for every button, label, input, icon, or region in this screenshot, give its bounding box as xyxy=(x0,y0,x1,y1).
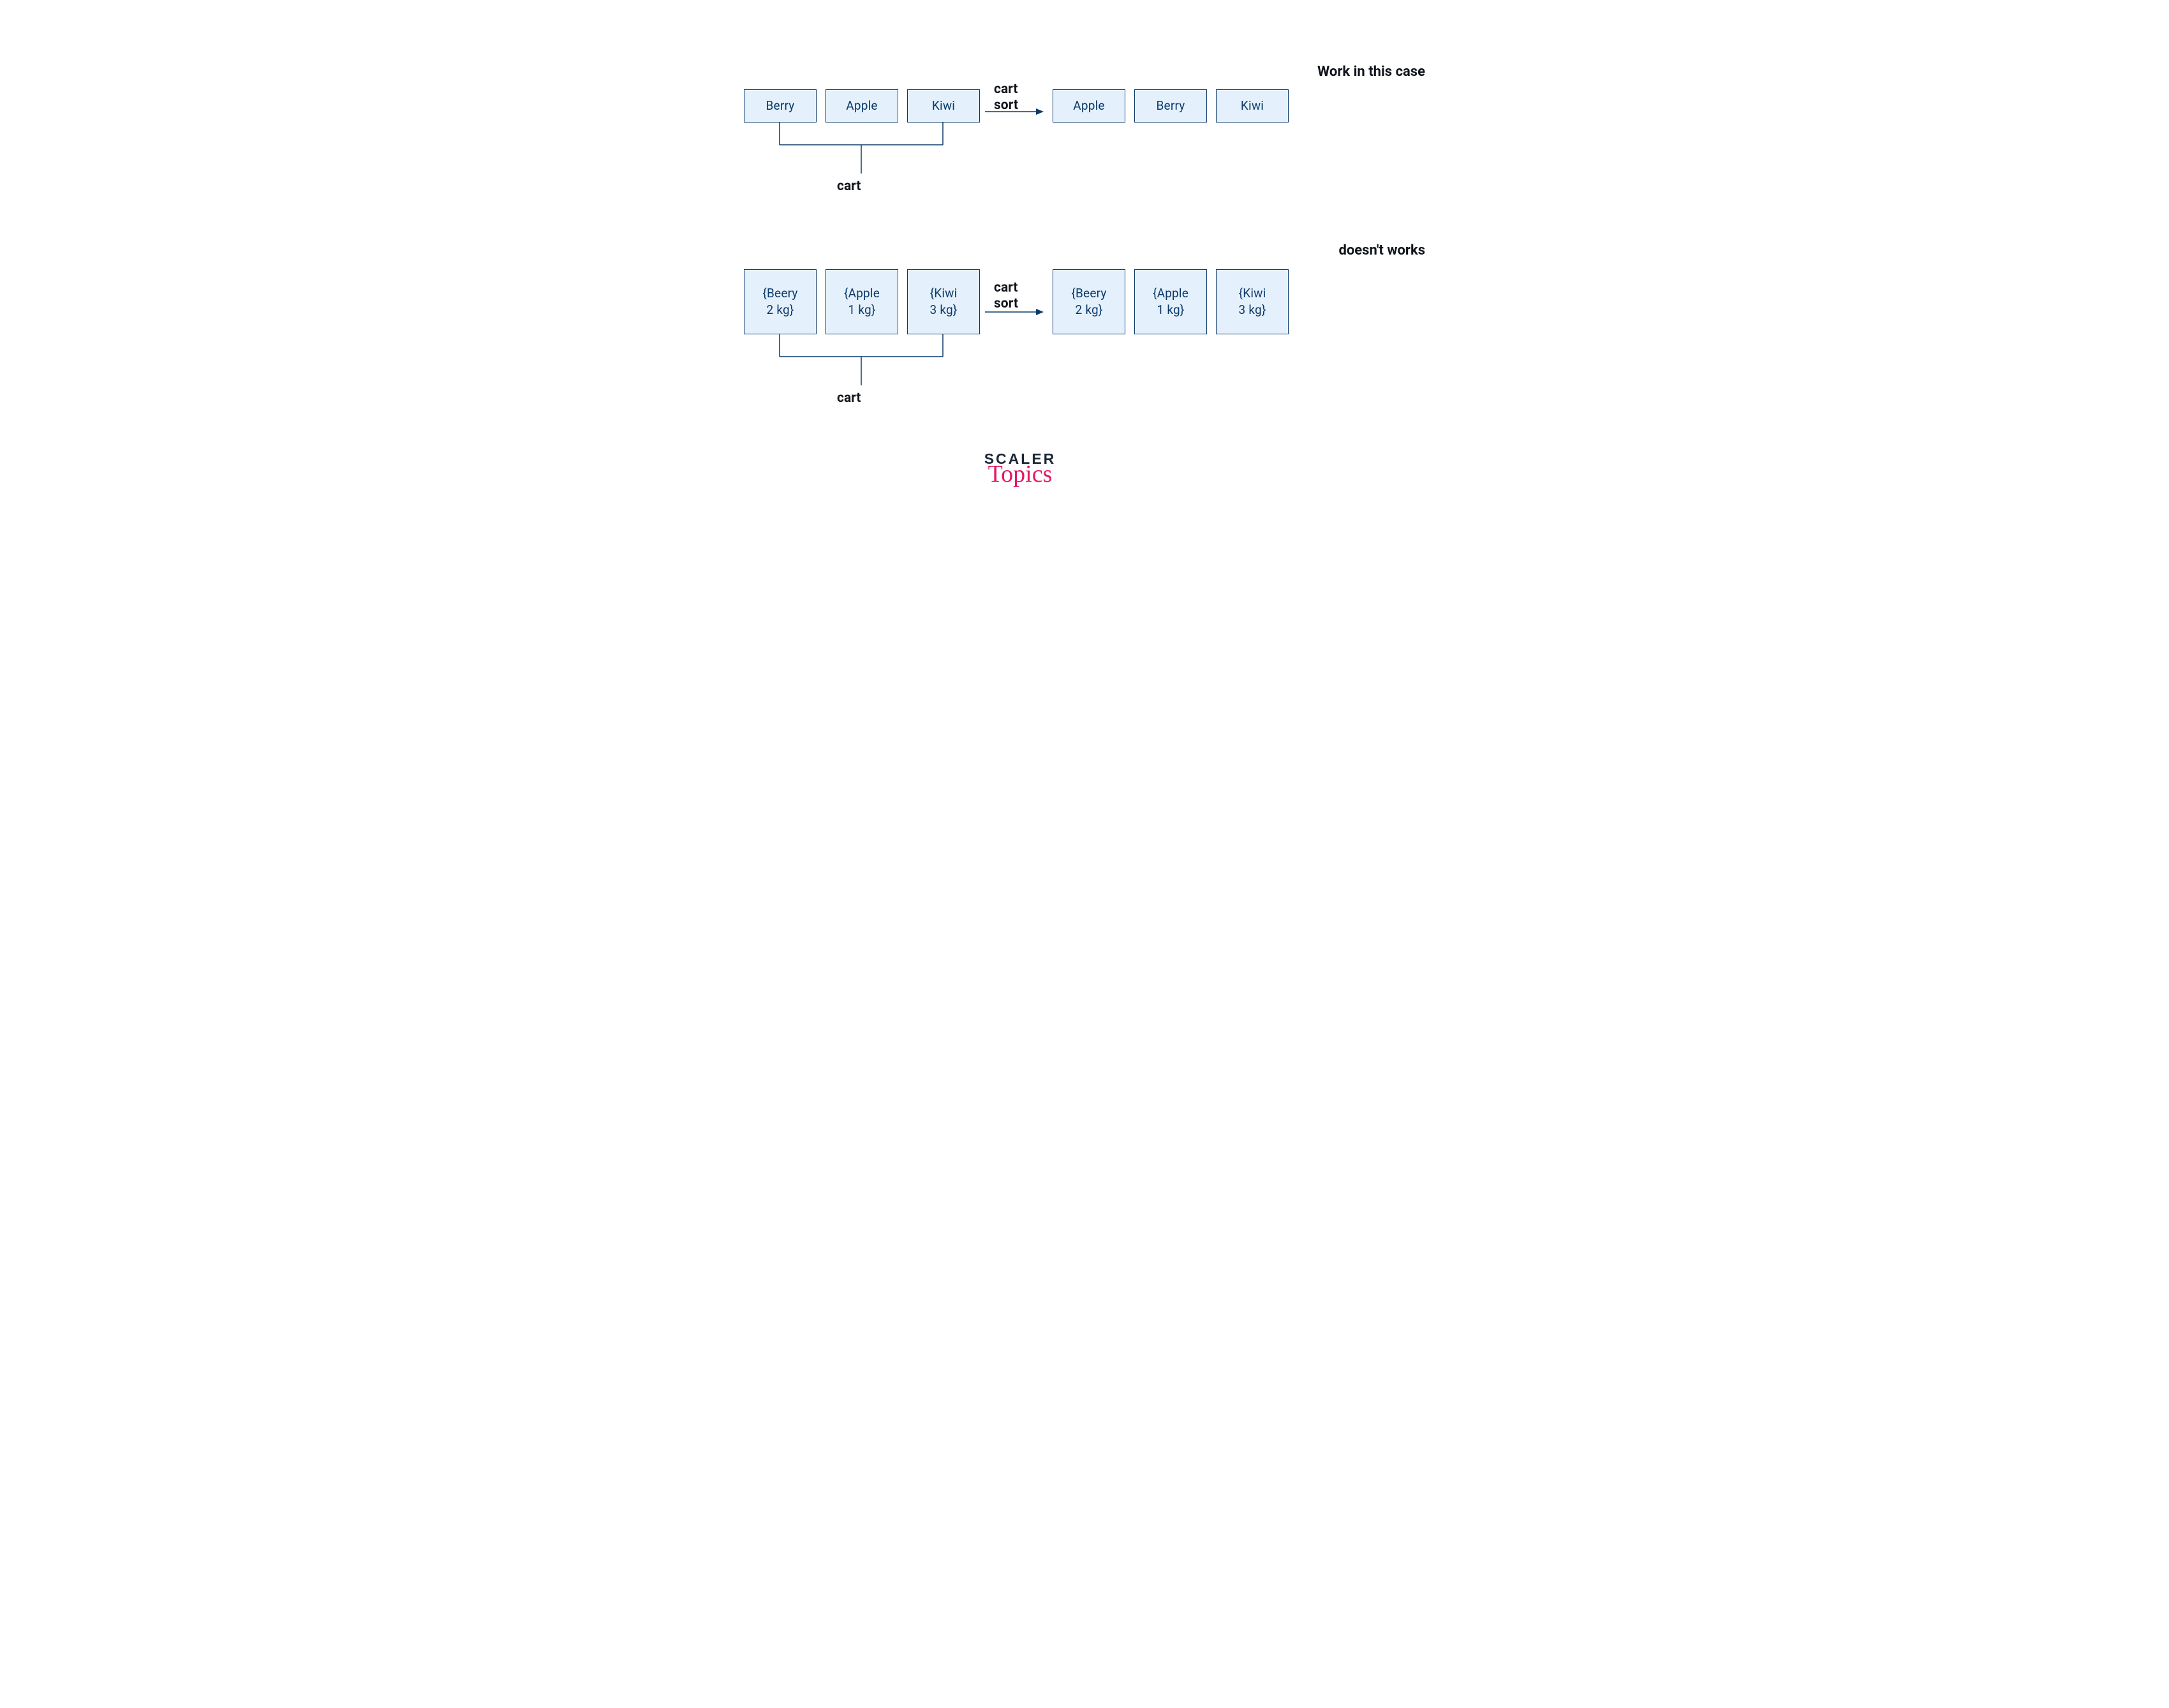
row1-left-text-3: Kiwi xyxy=(932,98,955,114)
row2-right-box-1: {Beery 2 kg} xyxy=(1053,269,1125,334)
row1-right-text-3: Kiwi xyxy=(1241,98,1264,114)
row2-bracket-label: cart xyxy=(837,390,861,406)
row2-arrow-icon xyxy=(984,304,1044,320)
row1-bracket-label: cart xyxy=(837,179,861,194)
logo-line2: Topics xyxy=(972,464,1068,484)
row2-left-box-1: {Beery 2 kg} xyxy=(744,269,817,334)
row1-right-box-2: Berry xyxy=(1134,89,1207,123)
row2-heading: doesn't works xyxy=(1338,242,1425,258)
row1-bracket xyxy=(744,123,948,183)
row1-right-box-1: Apple xyxy=(1053,89,1125,123)
row1-heading: Work in this case xyxy=(1317,64,1425,80)
row1-arrow-icon xyxy=(984,103,1044,120)
row1-left-text-1: Berry xyxy=(766,98,795,114)
row2-right-box-2: {Apple 1 kg} xyxy=(1134,269,1207,334)
row1-left-box-1: Berry xyxy=(744,89,817,123)
row1-left-box-3: Kiwi xyxy=(907,89,980,123)
row2-left-text-2: {Apple 1 kg} xyxy=(844,285,880,318)
row1-left-box-2: Apple xyxy=(825,89,898,123)
row1-right-text-1: Apple xyxy=(1073,98,1104,114)
row2-right-text-2: {Apple 1 kg} xyxy=(1153,285,1188,318)
row2-left-text-1: {Beery 2 kg} xyxy=(762,285,797,318)
row1-right-box-3: Kiwi xyxy=(1216,89,1289,123)
row2-right-text-1: {Beery 2 kg} xyxy=(1071,285,1106,318)
row2-arrow-top-label: cart xyxy=(994,280,1018,295)
row1-left-text-2: Apple xyxy=(846,98,877,114)
row1-right-text-2: Berry xyxy=(1157,98,1185,114)
row2-left-box-2: {Apple 1 kg} xyxy=(825,269,898,334)
row2-right-text-3: {Kiwi 3 kg} xyxy=(1239,285,1266,318)
scaler-topics-logo: SCALER Topics xyxy=(972,452,1068,484)
row2-left-box-3: {Kiwi 3 kg} xyxy=(907,269,980,334)
row2-left-text-3: {Kiwi 3 kg} xyxy=(930,285,958,318)
row1-arrow-top-label: cart xyxy=(994,82,1018,97)
row2-bracket xyxy=(744,334,948,395)
row2-right-box-3: {Kiwi 3 kg} xyxy=(1216,269,1289,334)
